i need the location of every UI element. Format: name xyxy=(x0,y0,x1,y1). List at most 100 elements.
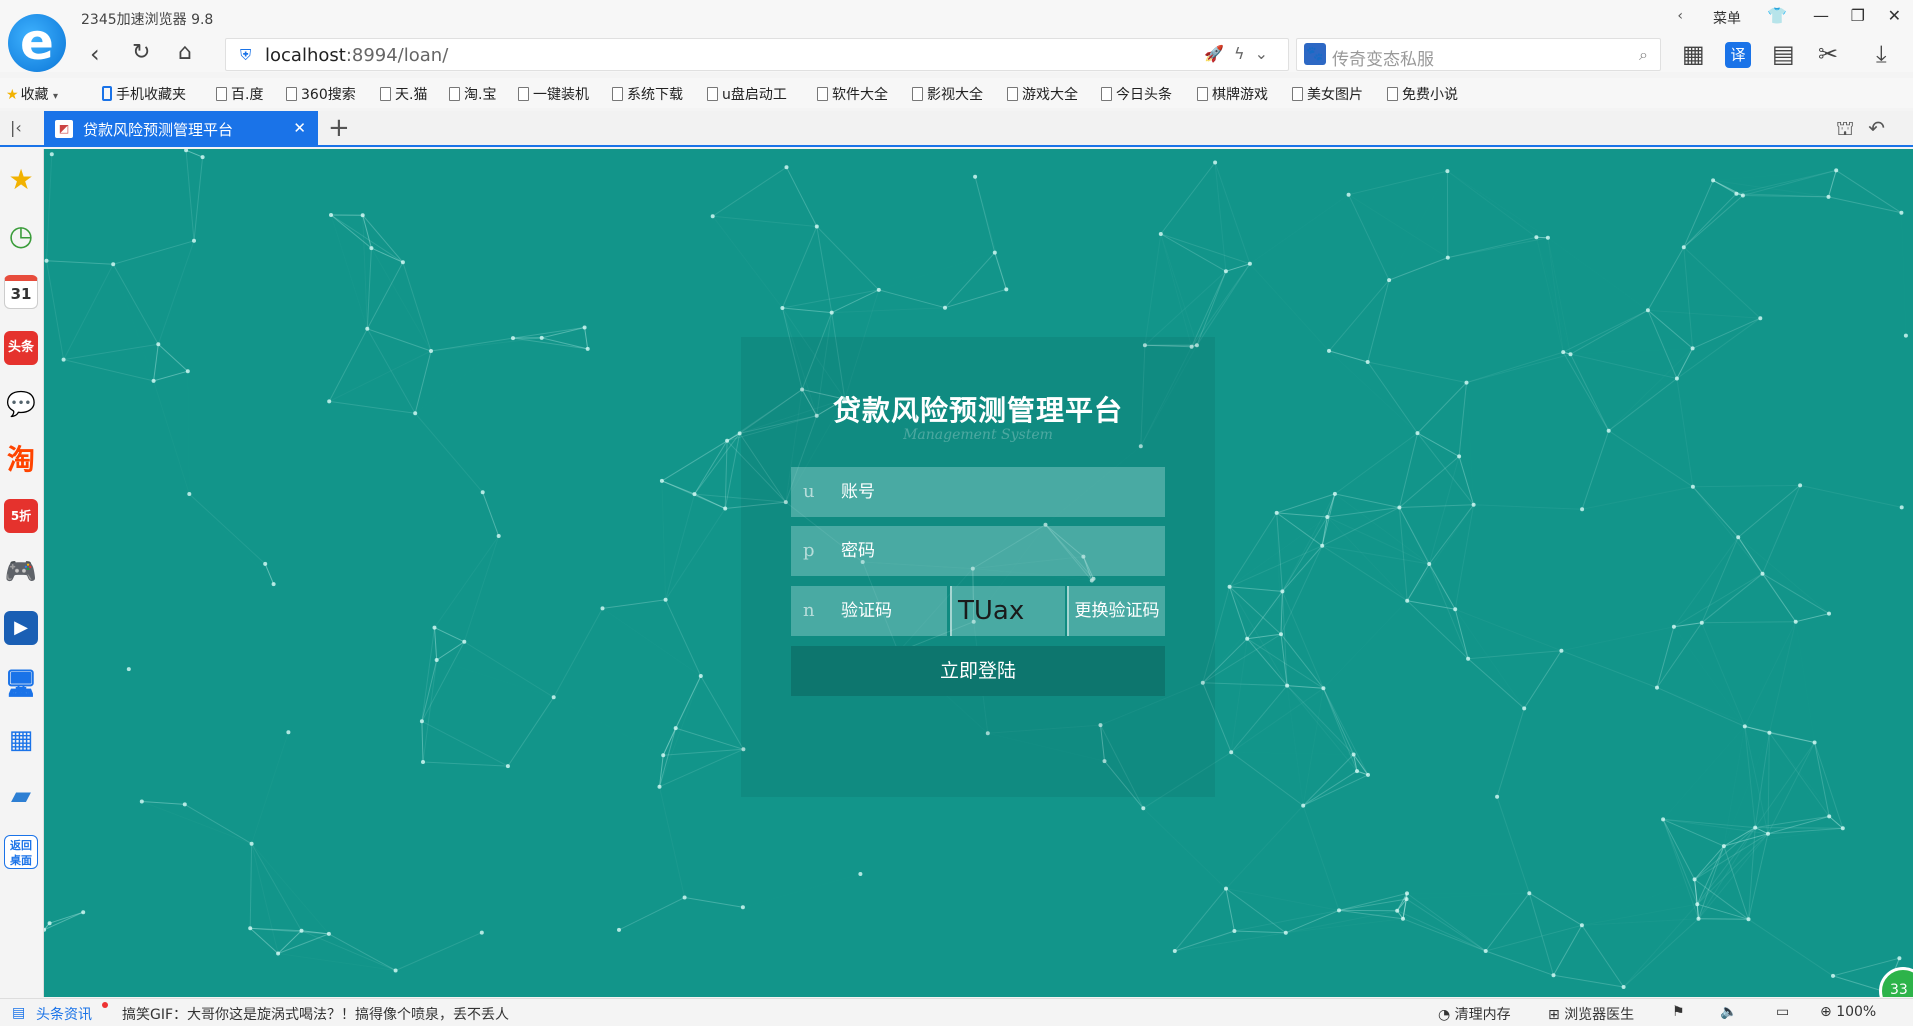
home-icon[interactable]: ⌂ xyxy=(178,40,192,65)
notification-dot xyxy=(102,1002,108,1008)
bookmark-item[interactable]: 软件大全 xyxy=(817,84,888,104)
translate-icon[interactable]: 译 xyxy=(1725,42,1751,68)
page-icon xyxy=(1387,87,1398,101)
bookmark-item[interactable]: 今日头条 xyxy=(1101,84,1172,104)
captcha-input[interactable] xyxy=(841,586,941,636)
undo-close-icon[interactable]: ↶ xyxy=(1868,116,1899,140)
refresh-captcha-button[interactable]: 更换验证码 xyxy=(1067,586,1165,636)
chevron-down-icon: ▾ xyxy=(53,91,59,102)
captcha-prefix: n xyxy=(803,600,815,621)
bookmark-item[interactable]: 360搜索 xyxy=(286,84,356,104)
minimize-icon[interactable]: — xyxy=(1813,6,1829,25)
restore-icon[interactable]: ❐ xyxy=(1851,6,1865,25)
monitor-icon[interactable]: 🖥 xyxy=(4,667,38,701)
refresh-icon[interactable]: ↻ xyxy=(132,40,150,65)
desktop-icon[interactable]: 返回桌面 xyxy=(4,835,38,869)
account-field[interactable]: u xyxy=(791,467,1165,517)
page-icon xyxy=(1007,87,1018,101)
bookmark-item[interactable]: 系统下载 xyxy=(612,84,683,104)
tab-title: 贷款风险预测管理平台 xyxy=(83,121,234,139)
collapse-sidebar-icon[interactable]: |‹ xyxy=(10,118,22,137)
menu-button[interactable]: 菜单 xyxy=(1713,8,1741,28)
taobao-icon[interactable]: 淘 xyxy=(4,443,38,477)
chevron-down-icon[interactable]: ⌄ xyxy=(1255,44,1278,63)
favorites-star-icon[interactable]: ★ xyxy=(4,163,38,197)
page-icon xyxy=(1101,87,1112,101)
zoom-icon: ⊕ xyxy=(1820,1004,1832,1020)
bookmark-item[interactable]: 免费小说 xyxy=(1387,84,1458,104)
skin-icon[interactable]: 👕 xyxy=(1767,6,1787,25)
bookmark-item[interactable]: 天.猫 xyxy=(380,84,427,104)
lightning-icon[interactable]: ϟ xyxy=(1234,44,1255,63)
new-tab-button[interactable]: + xyxy=(328,113,350,143)
back-icon[interactable]: ‹ xyxy=(90,40,100,68)
captcha-image[interactable]: TUax xyxy=(950,586,1065,636)
chevron-left-icon[interactable]: ‹ xyxy=(1677,8,1683,24)
scissors-icon[interactable]: ✂ xyxy=(1818,40,1838,68)
login-title: 贷款风险预测管理平台 xyxy=(832,394,1123,427)
browser-doctor-button[interactable]: ⊞ 浏览器医生 xyxy=(1548,1004,1634,1024)
download-icon[interactable]: ⤓ xyxy=(1876,40,1887,68)
flag-icon[interactable]: ⚑ xyxy=(1672,1004,1685,1020)
bookmark-item[interactable]: 百.度 xyxy=(216,84,263,104)
favicon-icon: ◩ xyxy=(55,120,73,138)
security-shield-icon: ⛨ xyxy=(240,46,252,64)
bookmark-item[interactable]: 影视大全 xyxy=(912,84,983,104)
news-ticker[interactable]: 搞笑GIF：大哥你这是旋涡式喝法？！搞得像个喷泉，丢不丢人 xyxy=(122,1004,509,1024)
discount-icon[interactable]: 5折 xyxy=(4,499,38,533)
notepad-icon[interactable]: ▰ xyxy=(4,779,38,813)
search-placeholder[interactable]: 传奇变态私服 xyxy=(1332,45,1434,70)
page-icon xyxy=(380,87,391,101)
calculator-icon[interactable]: ▦ xyxy=(4,723,38,757)
page-content: 贷款风险预测管理平台 Management System u p n TUax … xyxy=(44,149,1913,997)
toolbox-icon[interactable]: ⛫ xyxy=(1836,116,1868,140)
page-icon xyxy=(1197,87,1208,101)
search-box[interactable]: 🐾 传奇变态私服 ⌕ xyxy=(1296,38,1661,71)
bookmark-item[interactable]: 游戏大全 xyxy=(1007,84,1078,104)
address-url[interactable]: localhost:8994/loan/ xyxy=(265,45,448,66)
gamepad-icon[interactable]: 🎮 xyxy=(4,555,38,589)
address-bar[interactable]: ⛨ localhost:8994/loan/ 🚀ϟ⌄ xyxy=(225,38,1289,71)
title-bar: e 2345加速浏览器 9.8 ‹ 菜单 👕 — ❐ ✕ xyxy=(0,0,1913,72)
apps-grid-icon[interactable]: ▦ xyxy=(1682,40,1705,68)
password-field[interactable]: p xyxy=(791,526,1165,576)
captcha-field[interactable]: n xyxy=(791,586,947,636)
search-icon[interactable]: ⌕ xyxy=(1639,45,1648,65)
wechat-icon[interactable]: 💬 xyxy=(4,387,38,421)
clean-memory-button[interactable]: ◔ 清理内存 xyxy=(1438,1004,1511,1024)
phone-icon xyxy=(102,86,112,101)
login-button[interactable]: 立即登陆 xyxy=(791,646,1165,696)
browser-logo-icon[interactable]: e xyxy=(8,14,66,72)
account-input[interactable] xyxy=(841,467,1141,517)
zoom-control[interactable]: ⊕ 100% xyxy=(1820,1004,1876,1020)
calendar-icon[interactable]: 31 xyxy=(4,275,38,309)
page-icon xyxy=(1292,87,1303,101)
status-bar: ▤ 头条资讯 搞笑GIF：大哥你这是旋涡式喝法？！搞得像个喷泉，丢不丢人 ◔ 清… xyxy=(0,998,1913,1026)
tab-bar: |‹ ◩ 贷款风险预测管理平台 ✕ + ⛫↶ xyxy=(0,111,1913,147)
account-prefix: u xyxy=(803,481,815,502)
bookmark-item[interactable]: 一键装机 xyxy=(518,84,589,104)
window-title: 2345加速浏览器 9.8 xyxy=(81,12,214,28)
bookmark-favorites[interactable]: ★ 收藏 ▾ xyxy=(6,84,58,104)
news-icon: ▤ xyxy=(12,1005,26,1021)
news-label[interactable]: 头条资讯 xyxy=(36,1004,92,1024)
history-clock-icon[interactable]: ◷ xyxy=(4,219,38,253)
tab-active[interactable]: ◩ 贷款风险预测管理平台 ✕ xyxy=(44,111,318,147)
volume-icon[interactable]: 🔈 xyxy=(1720,1004,1737,1020)
reader-icon[interactable]: ▤ xyxy=(1772,40,1795,68)
close-icon[interactable]: ✕ xyxy=(1888,6,1901,25)
bookmark-item[interactable]: 美女图片 xyxy=(1292,84,1363,104)
toutiao-icon[interactable]: 头条 xyxy=(4,331,38,365)
video-icon[interactable]: ▶ xyxy=(4,611,38,645)
login-subtitle: Management System xyxy=(903,427,1053,443)
rocket-icon[interactable]: 🚀 xyxy=(1204,44,1234,63)
bookmark-item[interactable]: 淘.宝 xyxy=(449,84,496,104)
window-icon[interactable]: ▭ xyxy=(1776,1004,1789,1020)
password-input[interactable] xyxy=(841,526,1141,576)
bookmark-item[interactable]: u盘启动工 xyxy=(707,84,787,104)
gauge-icon: ◔ xyxy=(1438,1007,1451,1023)
page-icon xyxy=(286,87,297,101)
bookmark-item[interactable]: 手机收藏夹 xyxy=(102,84,186,104)
bookmark-item[interactable]: 棋牌游戏 xyxy=(1197,84,1268,104)
close-tab-icon[interactable]: ✕ xyxy=(293,119,306,137)
